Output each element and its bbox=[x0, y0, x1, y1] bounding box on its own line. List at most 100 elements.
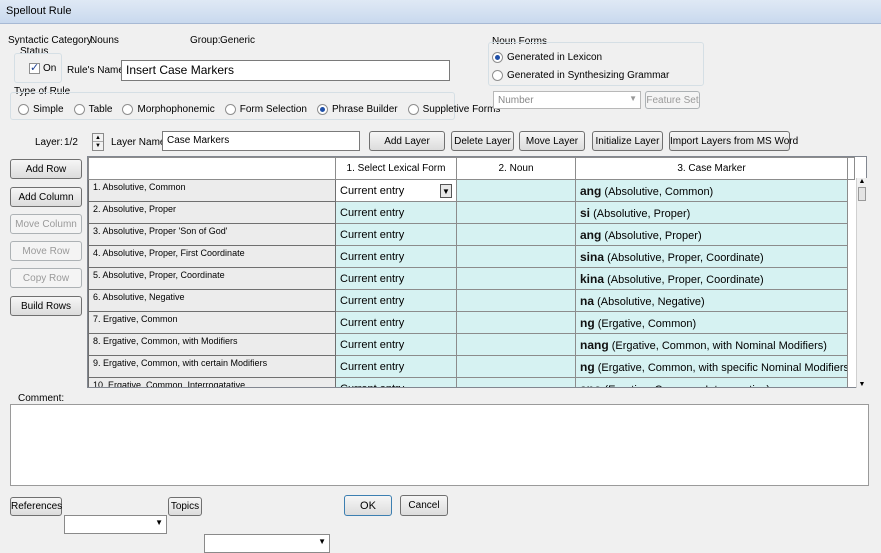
feature-set-button[interactable]: Feature Set bbox=[645, 91, 700, 109]
add-column-button[interactable]: Add Column bbox=[10, 187, 82, 207]
case-marker-cell[interactable]: si (Absolutive, Proper) bbox=[575, 201, 848, 224]
row-label[interactable]: 5. Absolutive, Proper, Coordinate bbox=[88, 267, 336, 290]
topics-select[interactable]: ▼ bbox=[204, 534, 330, 553]
row-label[interactable]: 3. Absolutive, Proper 'Son of God' bbox=[88, 223, 336, 246]
case-marker-cell[interactable]: ng (Ergative, Common) bbox=[575, 311, 848, 334]
chevron-down-icon[interactable]: ▼ bbox=[440, 183, 452, 198]
noun-cell[interactable] bbox=[456, 355, 576, 378]
grid-header-filler bbox=[847, 157, 855, 180]
spin-down-icon[interactable]: ▼ bbox=[93, 142, 103, 150]
layer-spinner[interactable]: ▲ ▼ bbox=[92, 133, 104, 151]
lexical-form-cell[interactable]: Current entry bbox=[335, 333, 457, 356]
radio-form-selection[interactable]: Form Selection bbox=[224, 104, 307, 115]
layer-name-input[interactable]: Case Markers bbox=[162, 131, 360, 151]
lexical-form-cell[interactable]: Current entry bbox=[335, 267, 457, 290]
column-header-case-marker[interactable]: 3. Case Marker bbox=[575, 157, 848, 180]
lexical-form-cell[interactable]: Current entry bbox=[335, 223, 457, 246]
radio-suppletive-forms[interactable]: Suppletive Forms bbox=[407, 104, 500, 115]
radio-generated-in-synthesizing-grammar[interactable]: Generated in Synthesizing Grammar bbox=[492, 70, 669, 81]
rule-grid: 1. Select Lexical Form 2. Noun 3. Case M… bbox=[87, 156, 867, 388]
noun-cell[interactable] bbox=[456, 201, 576, 224]
noun-cell[interactable] bbox=[456, 267, 576, 290]
copy-row-button[interactable]: Copy Row bbox=[10, 268, 82, 288]
row-label[interactable]: 7. Ergative, Common bbox=[88, 311, 336, 334]
row-label[interactable]: 8. Ergative, Common, with Modifiers bbox=[88, 333, 336, 356]
table-row[interactable]: 6. Absolutive, Negative Current entry na (… bbox=[88, 289, 855, 312]
case-marker-cell[interactable]: sina (Absolutive, Proper, Coordinate) bbox=[575, 245, 848, 268]
noun-cell[interactable] bbox=[456, 223, 576, 246]
row-label[interactable]: 1. Absolutive, Common bbox=[88, 179, 336, 202]
case-marker-cell[interactable]: ang (Absolutive, Proper) bbox=[575, 223, 848, 246]
lexical-form-cell[interactable]: Current entry bbox=[335, 201, 457, 224]
import-layers-button[interactable]: Import Layers from MS Word bbox=[669, 131, 798, 151]
build-rows-button[interactable]: Build Rows bbox=[10, 296, 82, 316]
lexical-form-cell[interactable]: Current entry bbox=[335, 311, 457, 334]
table-row[interactable]: 4. Absolutive, Proper, First Coordinate C… bbox=[88, 245, 855, 268]
move-row-button[interactable]: Move Row bbox=[10, 241, 82, 261]
table-row[interactable]: 5. Absolutive, Proper, Coordinate Current… bbox=[88, 267, 855, 290]
spin-up-icon[interactable]: ▲ bbox=[93, 134, 103, 142]
checkbox-checked-icon bbox=[29, 61, 40, 74]
table-row[interactable]: 1. Absolutive, Common Current entry ▼ ang (… bbox=[88, 179, 855, 202]
number-select[interactable]: Number ▼ bbox=[493, 91, 641, 109]
row-label[interactable]: 6. Absolutive, Negative bbox=[88, 289, 336, 312]
noun-cell[interactable] bbox=[456, 333, 576, 356]
radio-morphophonemic[interactable]: Morphophonemic bbox=[122, 104, 215, 115]
column-header-lexical-form[interactable]: 1. Select Lexical Form bbox=[335, 157, 457, 180]
grid-header-row: 1. Select Lexical Form 2. Noun 3. Case M… bbox=[88, 157, 855, 180]
lexical-form-cell[interactable]: Current entry ▼ bbox=[335, 179, 457, 202]
grid-vertical-scrollbar[interactable]: ▲ ▼ bbox=[856, 178, 867, 388]
table-row[interactable]: 8. Ergative, Common, with Modifiers Curre… bbox=[88, 333, 855, 356]
noun-cell[interactable] bbox=[456, 311, 576, 334]
case-marker-cell[interactable]: kina (Absolutive, Proper, Coordinate) bbox=[575, 267, 848, 290]
move-column-button[interactable]: Move Column bbox=[10, 214, 82, 234]
radio-phrase-builder[interactable]: Phrase Builder bbox=[317, 104, 398, 115]
row-label[interactable]: 4. Absolutive, Proper, First Coordinate bbox=[88, 245, 336, 268]
status-on-checkbox[interactable]: On bbox=[29, 61, 56, 74]
add-layer-button[interactable]: Add Layer bbox=[369, 131, 445, 151]
move-layer-button[interactable]: Move Layer bbox=[519, 131, 585, 151]
topics-button[interactable]: Topics bbox=[168, 497, 202, 516]
references-select[interactable]: ▼ bbox=[64, 515, 167, 534]
window-title: Spellout Rule bbox=[6, 5, 72, 17]
case-marker-cell[interactable]: nang (Ergative, Common, with Nominal Mod… bbox=[575, 333, 848, 356]
add-row-button[interactable]: Add Row bbox=[10, 159, 82, 179]
scroll-up-icon[interactable]: ▲ bbox=[857, 178, 867, 185]
initialize-layer-button[interactable]: Initialize Layer bbox=[592, 131, 663, 151]
case-marker-cell[interactable]: ng (Ergative, Common, with specific Nomi… bbox=[575, 355, 848, 378]
case-marker-gloss: (Absolutive, Proper) bbox=[604, 229, 702, 242]
table-row[interactable]: 3. Absolutive, Proper 'Son of God' Curren… bbox=[88, 223, 855, 246]
case-marker-cell[interactable]: na (Absolutive, Negative) bbox=[575, 289, 848, 312]
scroll-down-icon[interactable]: ▼ bbox=[857, 381, 867, 388]
lexical-form-cell[interactable]: Current entry bbox=[335, 245, 457, 268]
lexical-form-cell[interactable]: Current entry bbox=[335, 377, 457, 387]
rule-name-input[interactable]: Insert Case Markers bbox=[121, 60, 450, 81]
delete-layer-button[interactable]: Delete Layer bbox=[451, 131, 514, 151]
cancel-button[interactable]: Cancel bbox=[400, 495, 448, 516]
ok-button[interactable]: OK bbox=[344, 495, 392, 516]
case-marker-cell[interactable]: ano (Ergative, Common, Interrogative) bbox=[575, 377, 848, 387]
table-row[interactable]: 7. Ergative, Common Current entry ng (Erga… bbox=[88, 311, 855, 334]
scroll-thumb[interactable] bbox=[858, 187, 866, 201]
noun-cell[interactable] bbox=[456, 289, 576, 312]
table-row[interactable]: 9. Ergative, Common, with certain Modifi… bbox=[88, 355, 855, 378]
row-label[interactable]: 10. Ergative, Common, Interrogatative bbox=[88, 377, 336, 387]
radio-generated-in-lexicon[interactable]: Generated in Lexicon bbox=[492, 52, 602, 63]
case-marker-gloss: (Ergative, Common, with Nominal Modifier… bbox=[611, 339, 827, 352]
lexical-form-cell[interactable]: Current entry bbox=[335, 355, 457, 378]
references-button[interactable]: References bbox=[10, 497, 62, 516]
lexical-form-cell[interactable]: Current entry bbox=[335, 289, 457, 312]
case-marker-cell[interactable]: ang (Absolutive, Common) bbox=[575, 179, 848, 202]
radio-table[interactable]: Table bbox=[73, 104, 112, 115]
radio-simple[interactable]: Simple bbox=[18, 104, 64, 115]
noun-cell[interactable] bbox=[456, 179, 576, 202]
noun-cell[interactable] bbox=[456, 245, 576, 268]
row-label[interactable]: 2. Absolutive, Proper bbox=[88, 201, 336, 224]
syntactic-category-value: Nouns bbox=[90, 35, 119, 46]
column-header-noun[interactable]: 2. Noun bbox=[456, 157, 576, 180]
row-label[interactable]: 9. Ergative, Common, with certain Modifi… bbox=[88, 355, 336, 378]
table-row[interactable]: 2. Absolutive, Proper Current entry si (Ab… bbox=[88, 201, 855, 224]
noun-cell[interactable] bbox=[456, 377, 576, 387]
comment-textarea[interactable] bbox=[10, 404, 869, 486]
table-row[interactable]: 10. Ergative, Common, InterrogatativeCur… bbox=[88, 377, 855, 387]
